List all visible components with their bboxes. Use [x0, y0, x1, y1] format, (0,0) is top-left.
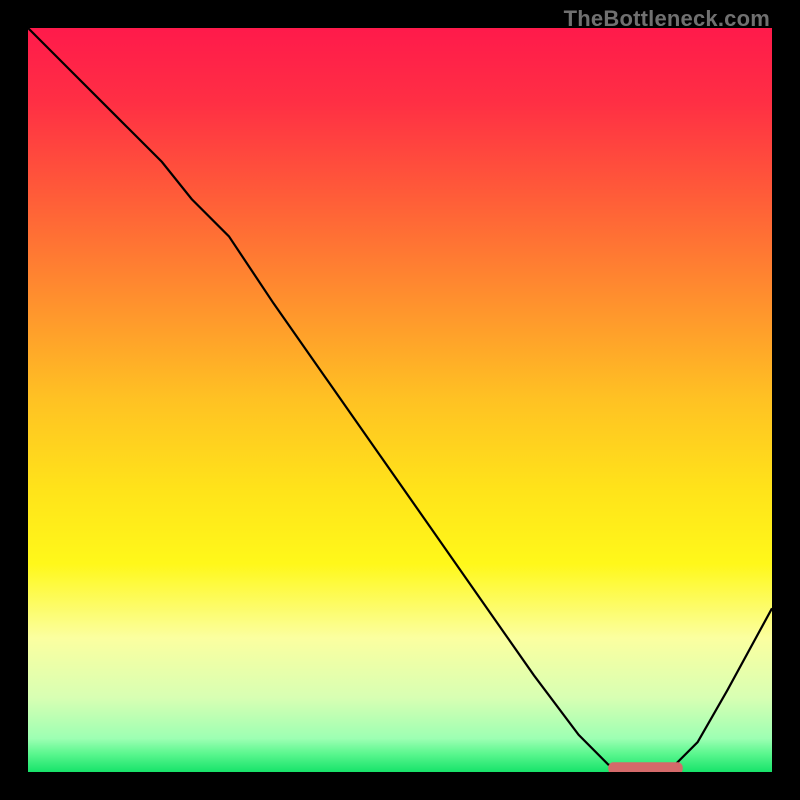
optimal-range-marker	[608, 762, 682, 772]
chart-frame: TheBottleneck.com	[0, 0, 800, 800]
plot-area	[28, 28, 772, 772]
plot-svg	[28, 28, 772, 772]
